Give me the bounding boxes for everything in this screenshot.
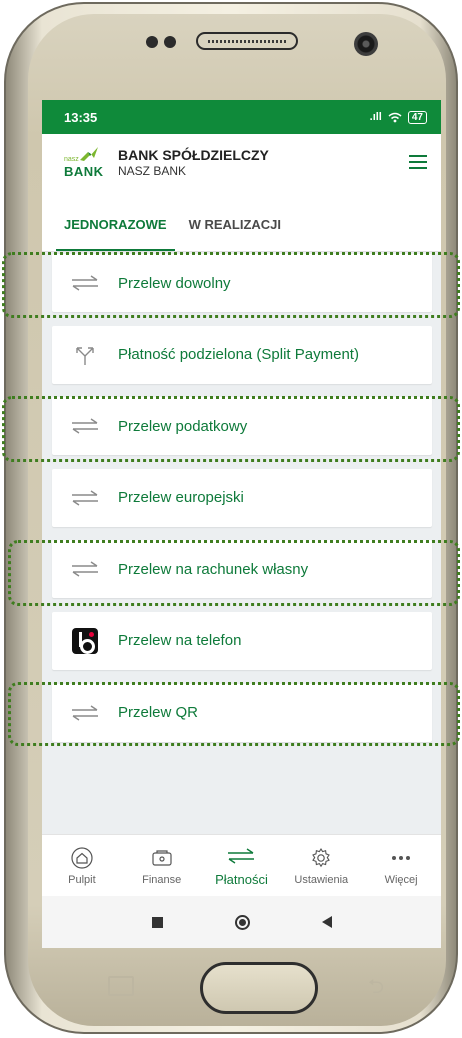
hardware-back-key: ⮌ bbox=[368, 976, 385, 998]
transfer-arrows-icon bbox=[52, 561, 118, 577]
bank-name: BANK SPÓŁDZIELCZY NASZ BANK bbox=[118, 147, 409, 178]
back-triangle-icon[interactable] bbox=[321, 916, 332, 928]
wifi-icon bbox=[388, 112, 402, 122]
payment-item-przelew-dowolny[interactable]: Przelew dowolny bbox=[52, 254, 432, 312]
app-header: nasz BANK BANK SPÓŁDZIELCZY NASZ BANK bbox=[42, 134, 441, 190]
payment-item-label: Przelew na telefon bbox=[118, 632, 242, 650]
status-icons: .ıll 47 bbox=[369, 110, 427, 124]
hardware-home-button bbox=[200, 962, 318, 1014]
more-dots-icon bbox=[391, 846, 411, 870]
home-icon bbox=[71, 846, 93, 870]
payment-item-label: Przelew europejski bbox=[118, 489, 244, 507]
home-circle-icon[interactable] bbox=[234, 914, 250, 930]
transfer-arrows-icon bbox=[52, 704, 118, 721]
payment-item-split-payment[interactable]: Płatność podzielona (Split Payment) bbox=[52, 325, 432, 384]
payment-item-label: Przelew dowolny bbox=[118, 274, 231, 292]
payment-item-przelew-qr[interactable]: Przelew QR bbox=[52, 683, 432, 742]
payment-item-przelew-na-telefon[interactable]: Przelew na telefon bbox=[52, 611, 432, 670]
payment-item-label: Przelew QR bbox=[118, 704, 199, 722]
blik-icon bbox=[72, 627, 98, 654]
nav-label: Ustawienia bbox=[294, 873, 349, 886]
tab-w-realizacji[interactable]: W REALIZACJI bbox=[181, 217, 289, 251]
wallet-icon bbox=[151, 846, 173, 870]
transfer-arrows-icon bbox=[226, 844, 256, 868]
transfer-arrows-icon bbox=[52, 275, 118, 291]
payment-item-label: Przelew na rachunek własny bbox=[118, 560, 309, 578]
bank-title: BANK SPÓŁDZIELCZY bbox=[118, 146, 269, 163]
front-camera bbox=[354, 32, 378, 56]
hamburger-menu-icon[interactable] bbox=[409, 155, 427, 169]
status-time: 13:35 bbox=[64, 109, 98, 125]
gear-icon bbox=[310, 846, 332, 870]
signal-icon: .ıll bbox=[369, 111, 382, 123]
payment-item-label: Płatność podzielona (Split Payment) bbox=[118, 346, 359, 364]
bottom-navigation: Pulpit Finanse Płatności Ustawienia Więc… bbox=[42, 834, 441, 896]
recent-apps-icon[interactable] bbox=[151, 916, 163, 928]
tab-jednorazowe[interactable]: JEDNORAZOWE bbox=[56, 217, 175, 251]
battery-icon: 47 bbox=[407, 110, 427, 124]
nav-ustawienia[interactable]: Ustawienia bbox=[285, 846, 357, 886]
bank-subtitle: NASZ BANK bbox=[118, 163, 187, 178]
payment-item-label: Przelew podatkowy bbox=[118, 417, 248, 435]
transfer-arrows-icon bbox=[52, 490, 118, 506]
payment-list: Przelew dowolny Płatność podzielona (Spl… bbox=[52, 254, 432, 755]
payment-item-przelew-wlasny[interactable]: Przelew na rachunek własny bbox=[52, 540, 432, 599]
nav-label: Pulpit bbox=[68, 873, 96, 886]
nav-label: Więcej bbox=[384, 873, 418, 886]
nav-finanse[interactable]: Finanse bbox=[126, 846, 198, 886]
phone-screen: 13:35 .ıll 47 nasz BANK BANK SPÓŁDZIELCZ… bbox=[42, 100, 441, 948]
status-bar: 13:35 .ıll 47 bbox=[42, 100, 441, 134]
leaf-icon bbox=[80, 147, 98, 161]
nav-pulpit[interactable]: Pulpit bbox=[46, 846, 118, 886]
blik-icon-wrapper bbox=[52, 627, 118, 654]
bank-logo: nasz BANK bbox=[64, 144, 104, 180]
tab-bar: JEDNORAZOWE W REALIZACJI bbox=[42, 190, 441, 252]
split-arrows-icon bbox=[52, 344, 118, 366]
logo-small-text: nasz bbox=[64, 156, 79, 163]
nav-platnosci[interactable]: Płatności bbox=[205, 844, 277, 887]
logo-big-text: BANK bbox=[64, 164, 104, 179]
sensor-dots bbox=[146, 36, 176, 48]
android-navigation-bar bbox=[42, 896, 441, 948]
nav-label: Finanse bbox=[142, 873, 182, 886]
nav-wiecej[interactable]: Więcej bbox=[365, 846, 437, 886]
transfer-arrows-icon bbox=[52, 418, 118, 434]
payment-item-przelew-podatkowy[interactable]: Przelew podatkowy bbox=[52, 397, 432, 456]
hardware-recent-apps-key bbox=[108, 976, 134, 996]
earpiece-speaker bbox=[196, 32, 298, 50]
payment-item-przelew-europejski[interactable]: Przelew europejski bbox=[52, 468, 432, 527]
nav-label: Płatności bbox=[215, 872, 268, 887]
